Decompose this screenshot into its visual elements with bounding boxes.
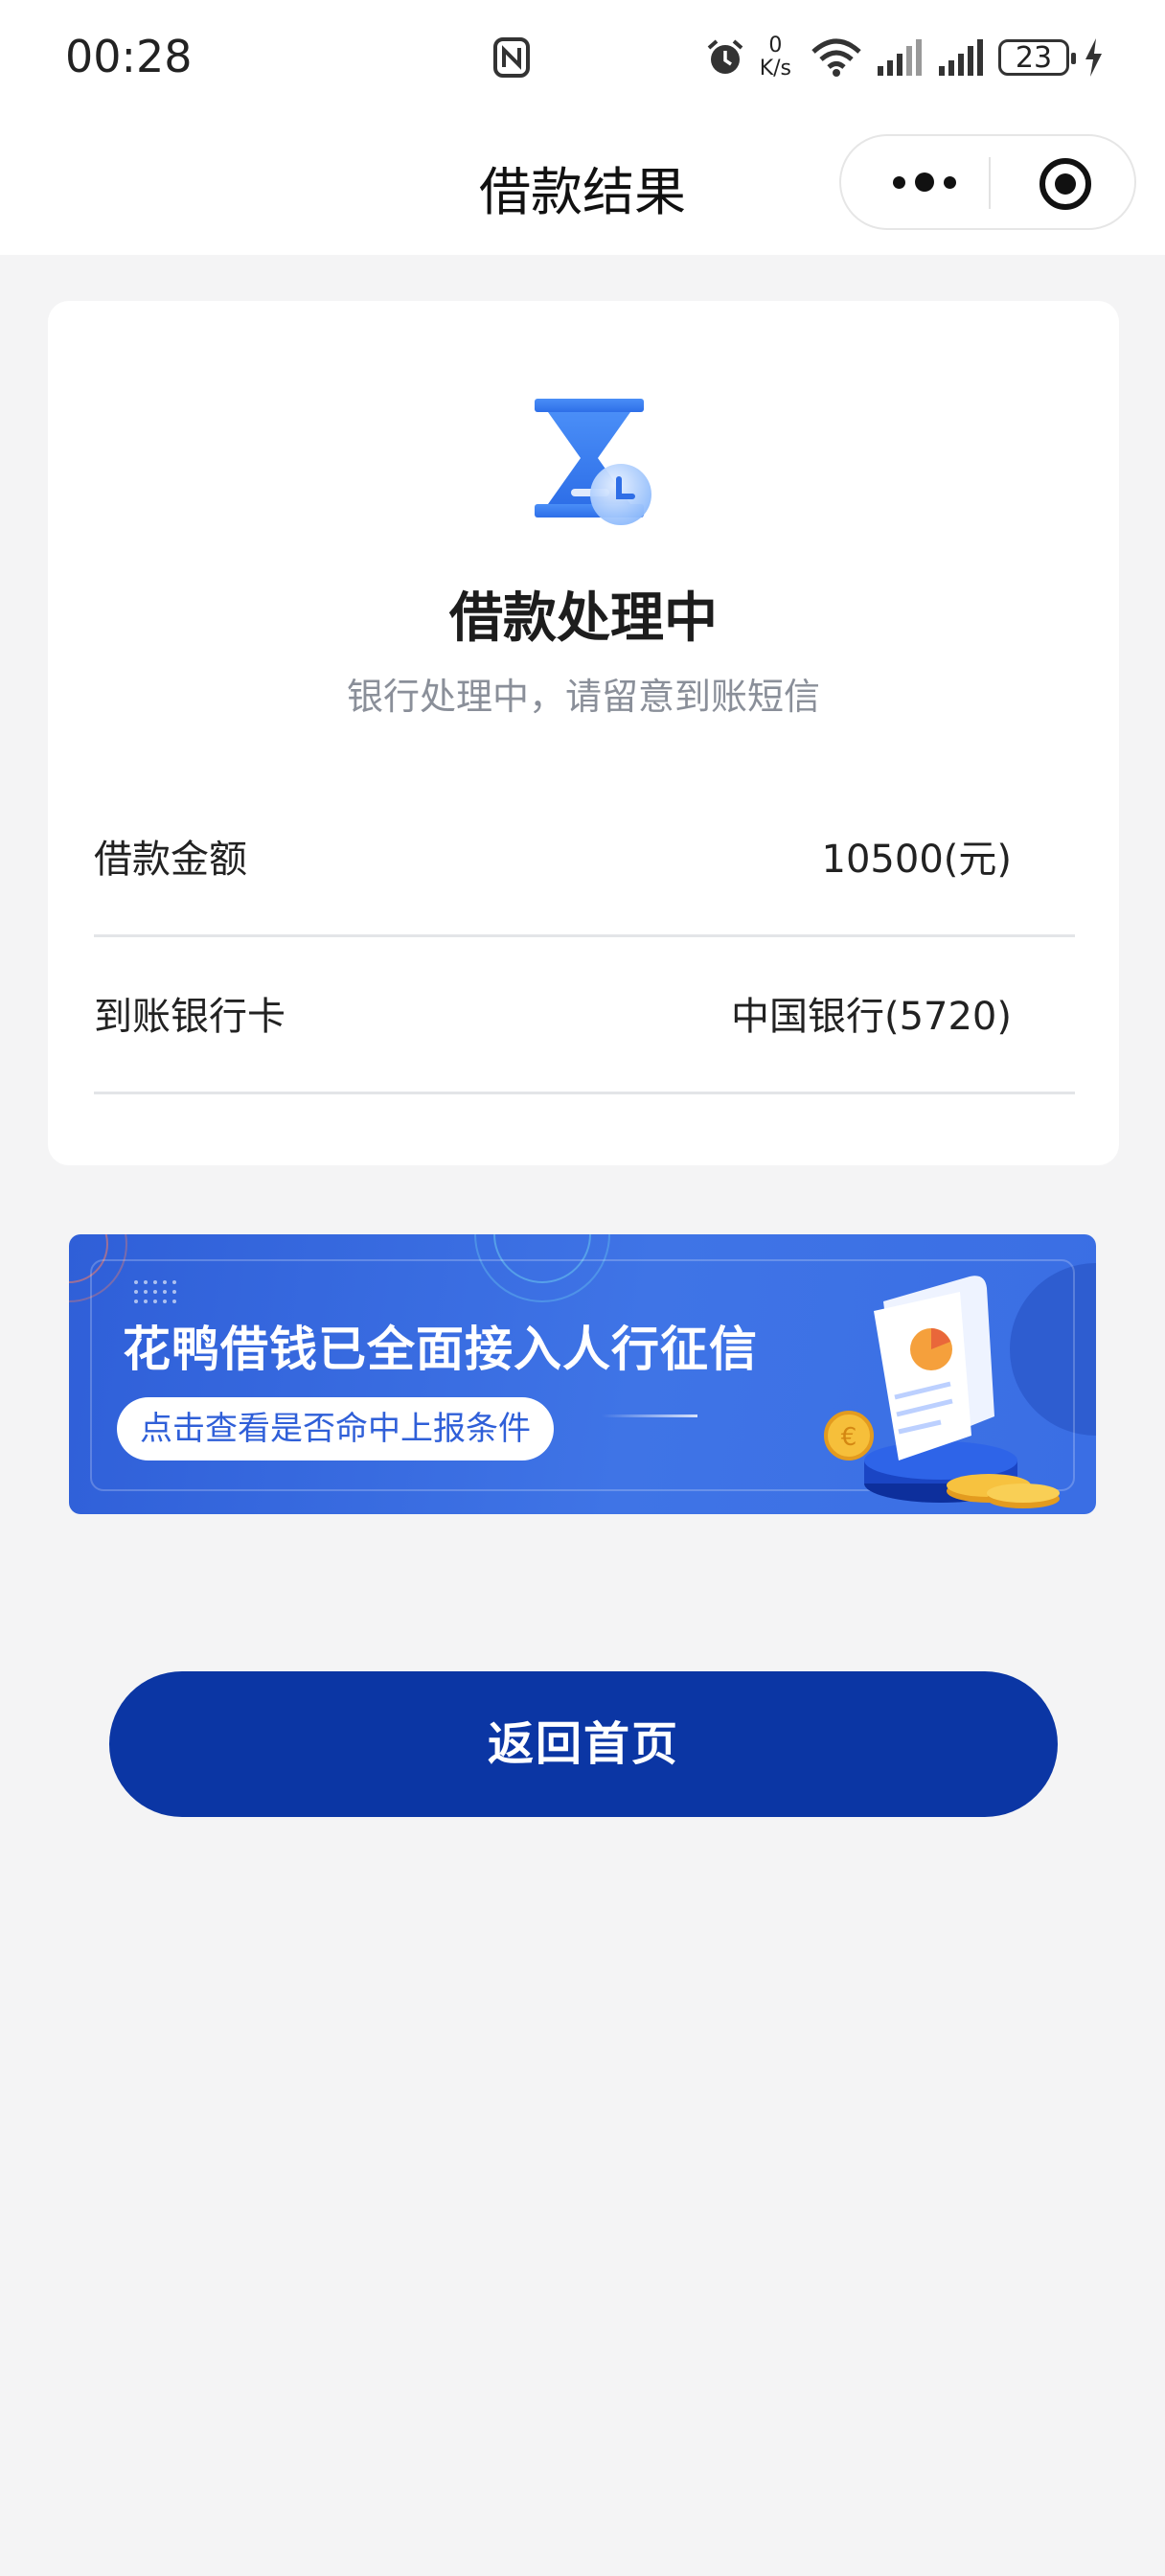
row-label: 借款金额 [94,838,247,882]
status-title: 借款处理中 [449,587,718,650]
alarm-icon [707,39,743,74]
row-label: 到账银行卡 [94,995,286,1039]
status-bar: 00:28 0 K/s 23 [0,0,1165,119]
more-dots-icon[interactable] [881,163,968,201]
hourglass-clock-icon [535,399,651,525]
info-row-loan-amount: 借款金额 10500(元) [94,780,1075,937]
network-speed: 0 K/s [760,34,791,80]
signal-icon [878,39,922,76]
svg-text:€: € [841,1423,857,1452]
wifi-icon [811,38,861,77]
signal-icon [939,39,983,76]
banner-divider-line [602,1414,697,1417]
row-value: 中国银行(5720) [730,995,1012,1039]
credit-report-banner[interactable]: 花鸭借钱已全面接入人行征信 点击查看是否命中上报条件 € [69,1234,1096,1514]
status-icons: 0 K/s 23 [704,29,1104,86]
return-home-button[interactable]: 返回首页 [109,1671,1058,1817]
row-value: 10500(元) [821,838,1012,882]
speed-unit: K/s [759,57,791,80]
status-subtitle: 银行处理中，请留意到账短信 [346,676,820,718]
info-row-bank-card: 到账银行卡 中国银行(5720) [94,937,1075,1094]
check-report-button[interactable]: 点击查看是否命中上报条件 [117,1397,554,1460]
status-time: 00:28 [65,31,193,82]
capsule-divider [989,157,991,209]
result-card: 借款处理中 银行处理中，请留意到账短信 借款金额 10500(元) 到账银行卡 … [48,301,1119,1165]
charging-icon [1085,38,1102,77]
speed-value: 0 [768,34,783,58]
mini-program-capsule [839,134,1136,230]
nav-bar: 借款结果 [0,119,1165,255]
banner-title: 花鸭借钱已全面接入人行征信 [123,1322,758,1377]
target-close-icon[interactable] [1039,157,1092,211]
report-document-coins-illustration: € [824,1276,1060,1508]
battery-level: 23 [1015,40,1053,75]
battery-icon: 23 [998,39,1076,76]
nfc-icon [493,37,530,78]
